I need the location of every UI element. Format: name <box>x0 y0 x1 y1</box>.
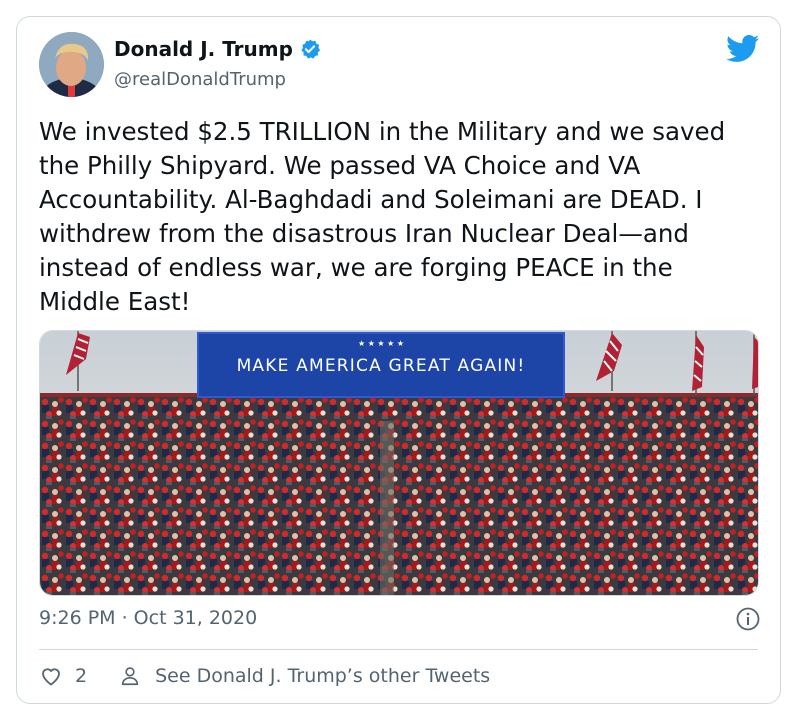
person-icon <box>121 667 139 686</box>
heart-icon[interactable] <box>39 664 63 688</box>
author-name-row[interactable]: Donald J. Trump <box>114 37 321 61</box>
tweet-actions: 2 See Donald J. Trump’s other Tweets <box>39 664 490 688</box>
info-icon[interactable] <box>736 607 760 631</box>
author-name[interactable]: Donald J. Trump <box>114 37 293 61</box>
divider <box>39 649 758 650</box>
see-other-tweets-link[interactable]: See Donald J. Trump’s other Tweets <box>155 665 490 687</box>
author-handle[interactable]: @realDonaldTrump <box>114 69 286 90</box>
banner-stars: ★ ★ ★ ★ ★ <box>358 339 404 348</box>
avatar-image <box>39 32 104 97</box>
tweet-card: Donald J. Trump @realDonaldTrump We inve… <box>16 16 781 704</box>
twitter-bird-icon[interactable] <box>726 35 760 63</box>
like-count[interactable]: 2 <box>75 665 87 687</box>
rally-photo: ★ ★ ★ ★ ★ MAKE AMERICA GREAT AGAIN! <box>40 331 758 595</box>
tweet-media[interactable]: ★ ★ ★ ★ ★ MAKE AMERICA GREAT AGAIN! <box>39 330 759 596</box>
tweet-timestamp[interactable]: 9:26 PM · Oct 31, 2020 <box>39 607 257 629</box>
avatar[interactable] <box>39 32 104 97</box>
banner-text: MAKE AMERICA GREAT AGAIN! <box>237 356 526 376</box>
verified-badge-icon <box>301 39 321 59</box>
tweet-text: We invested $2.5 TRILLION in the Militar… <box>39 117 726 316</box>
